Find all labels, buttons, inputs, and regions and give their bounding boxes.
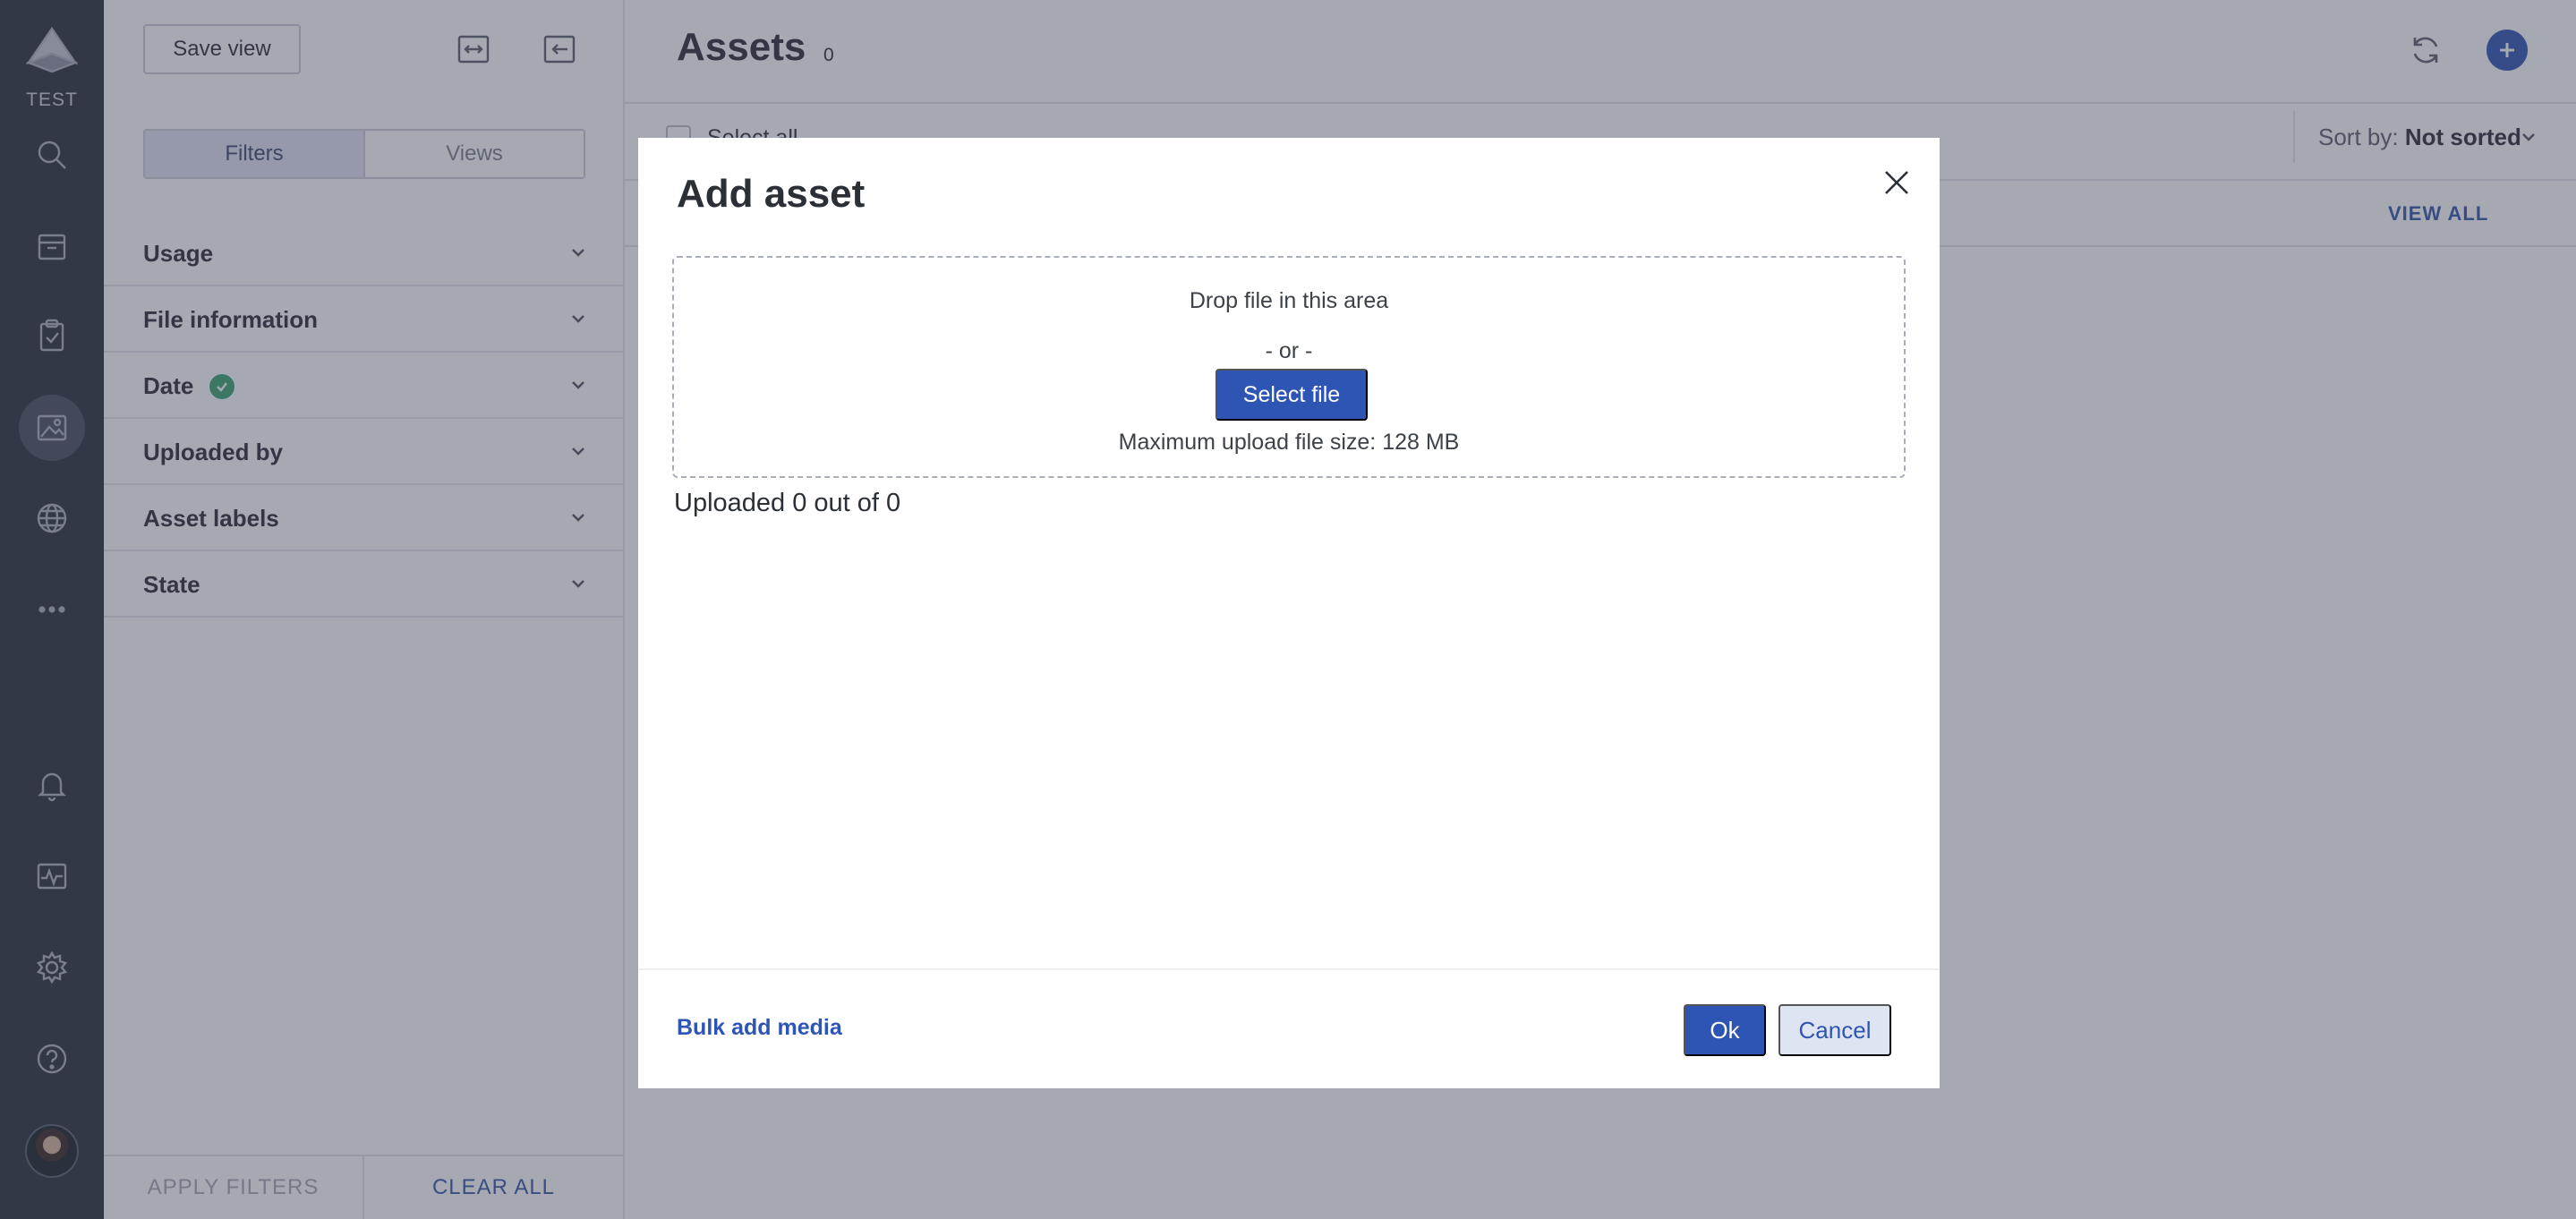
cancel-button[interactable]: Cancel: [1778, 1004, 1891, 1056]
select-file-button[interactable]: Select file: [1215, 369, 1368, 421]
ok-button[interactable]: Ok: [1684, 1004, 1766, 1056]
dialog-title: Add asset: [677, 172, 866, 216]
dialog-footer-divider: [638, 968, 1940, 970]
max-upload-size: Maximum upload file size: 128 MB: [1118, 430, 1460, 455]
drop-instruction: Drop file in this area: [1189, 288, 1389, 313]
bulk-add-media-link[interactable]: Bulk add media: [677, 1015, 842, 1041]
or-separator: - or -: [1265, 338, 1313, 363]
close-icon: [1885, 171, 1908, 194]
close-button[interactable]: [1879, 165, 1915, 200]
add-asset-dialog: Add asset Drop file in this area - or - …: [638, 138, 1940, 1088]
file-drop-zone[interactable]: Drop file in this area - or - Select fil…: [672, 256, 1906, 478]
upload-status: Uploaded 0 out of 0: [674, 489, 901, 517]
